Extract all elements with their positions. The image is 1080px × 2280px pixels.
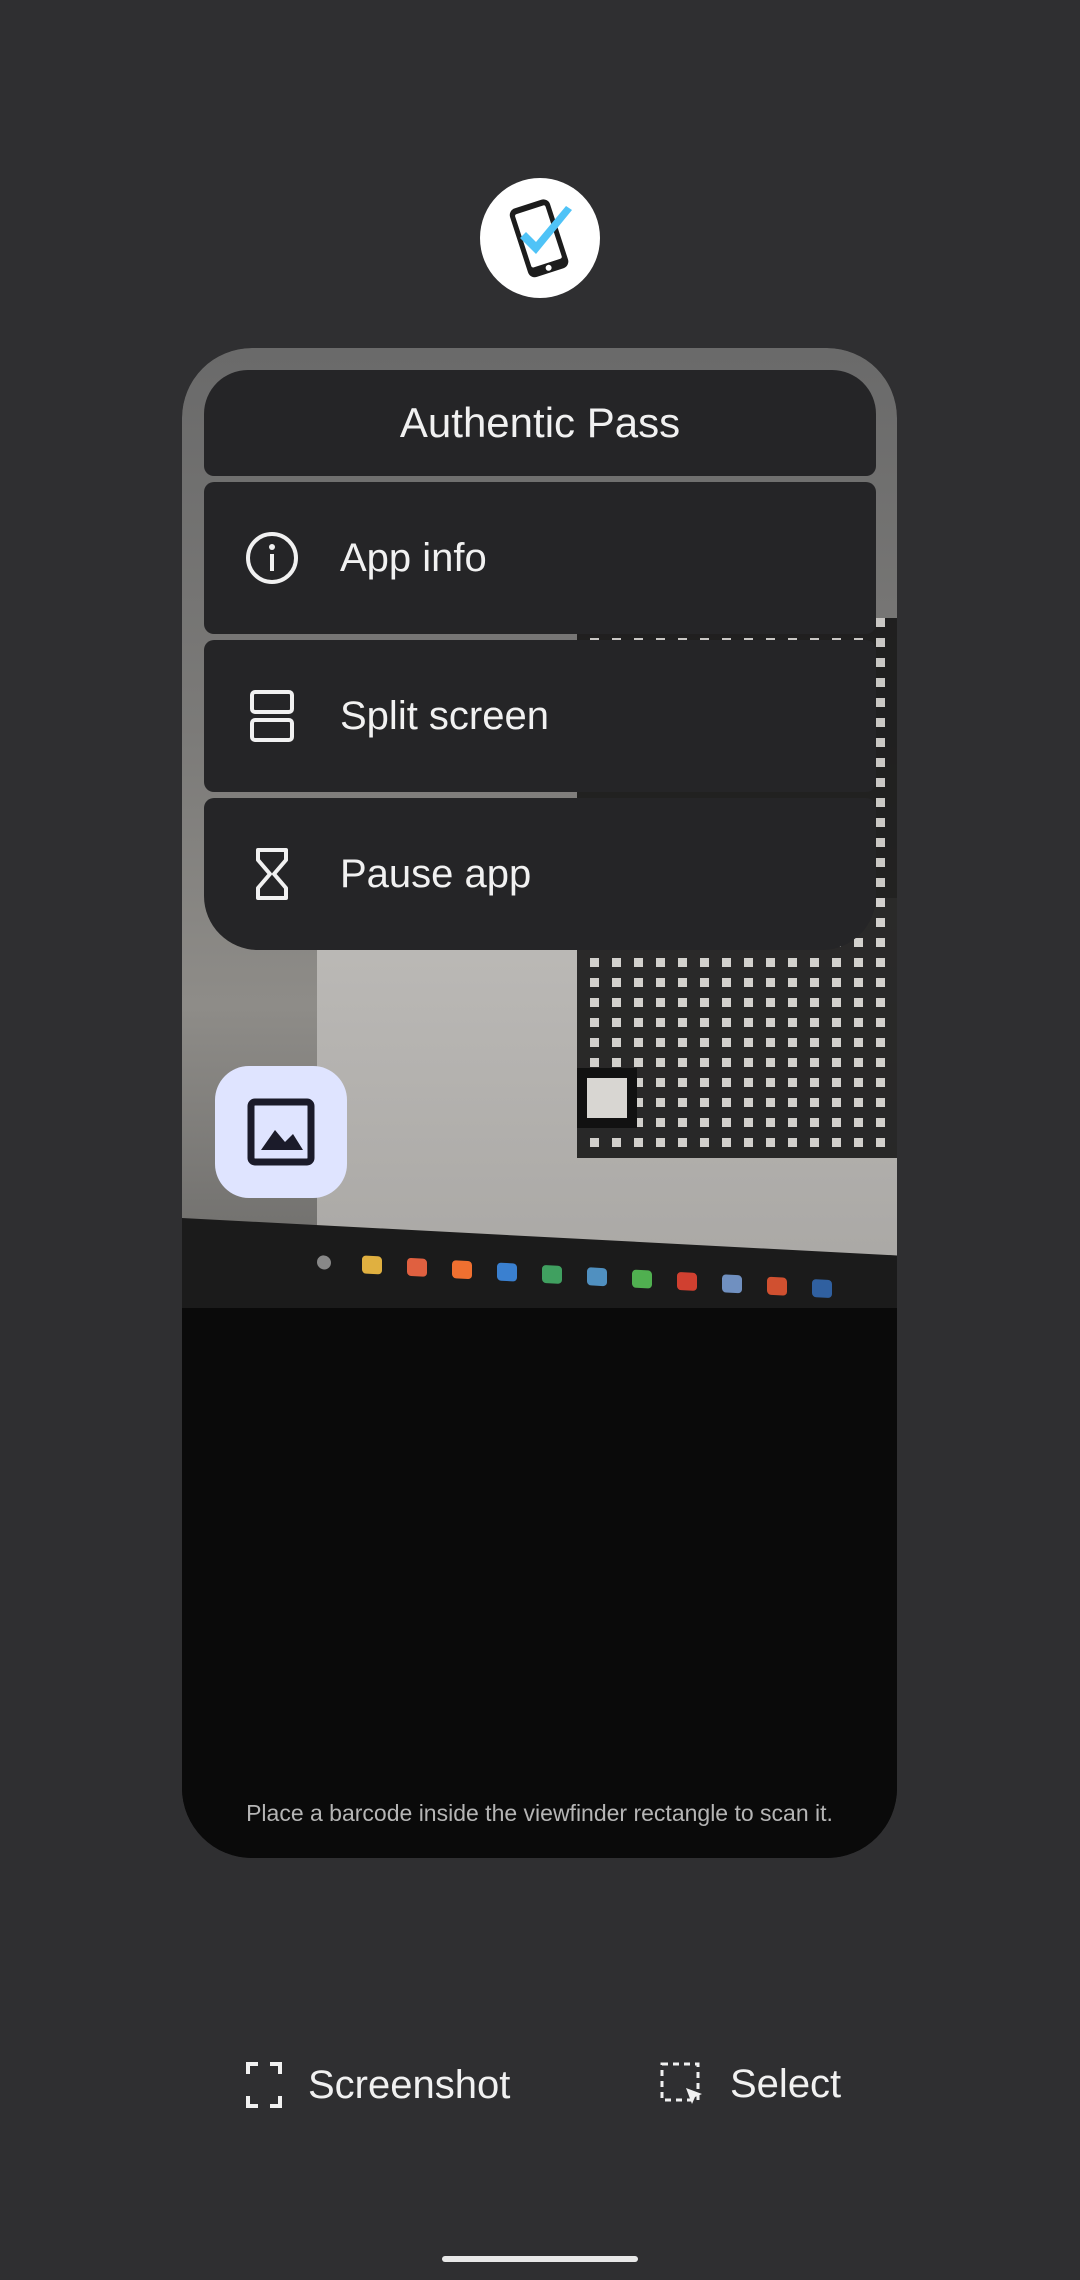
menu-item-label: Split screen [340, 693, 549, 738]
select-button[interactable]: Select [658, 2060, 841, 2108]
menu-item-label: App info [340, 535, 487, 580]
screenshot-label: Screenshot [308, 2062, 511, 2107]
menu-item-pause-app[interactable]: Pause app [204, 798, 876, 950]
recents-actions: Screenshot Select [0, 2060, 1080, 2130]
gesture-nav-handle[interactable] [442, 2256, 638, 2262]
select-icon [658, 2060, 706, 2108]
menu-item-split-screen[interactable]: Split screen [204, 640, 876, 792]
hourglass-icon [242, 844, 302, 904]
menu-item-app-info[interactable]: App info [204, 482, 876, 634]
phone-check-icon [509, 199, 572, 278]
qr-finder-pattern [577, 1068, 637, 1128]
info-icon [242, 528, 302, 588]
recents-screen: Place a barcode inside the viewfinder re… [0, 0, 1080, 2280]
select-label: Select [730, 2061, 842, 2106]
screenshot-button[interactable]: Screenshot [244, 2060, 510, 2110]
scanner-hint: Place a barcode inside the viewfinder re… [246, 1800, 833, 1826]
image-icon [247, 1098, 315, 1166]
gallery-button[interactable] [215, 1066, 347, 1198]
app-context-menu: Authentic Pass App info Split screen Pau… [204, 370, 876, 950]
menu-item-label: Pause app [340, 851, 532, 896]
menu-app-title: Authentic Pass [204, 370, 876, 476]
app-icon[interactable] [480, 178, 600, 298]
split-screen-icon [242, 686, 302, 746]
screenshot-icon [244, 2060, 284, 2110]
camera-preview-dark [182, 1308, 897, 1858]
